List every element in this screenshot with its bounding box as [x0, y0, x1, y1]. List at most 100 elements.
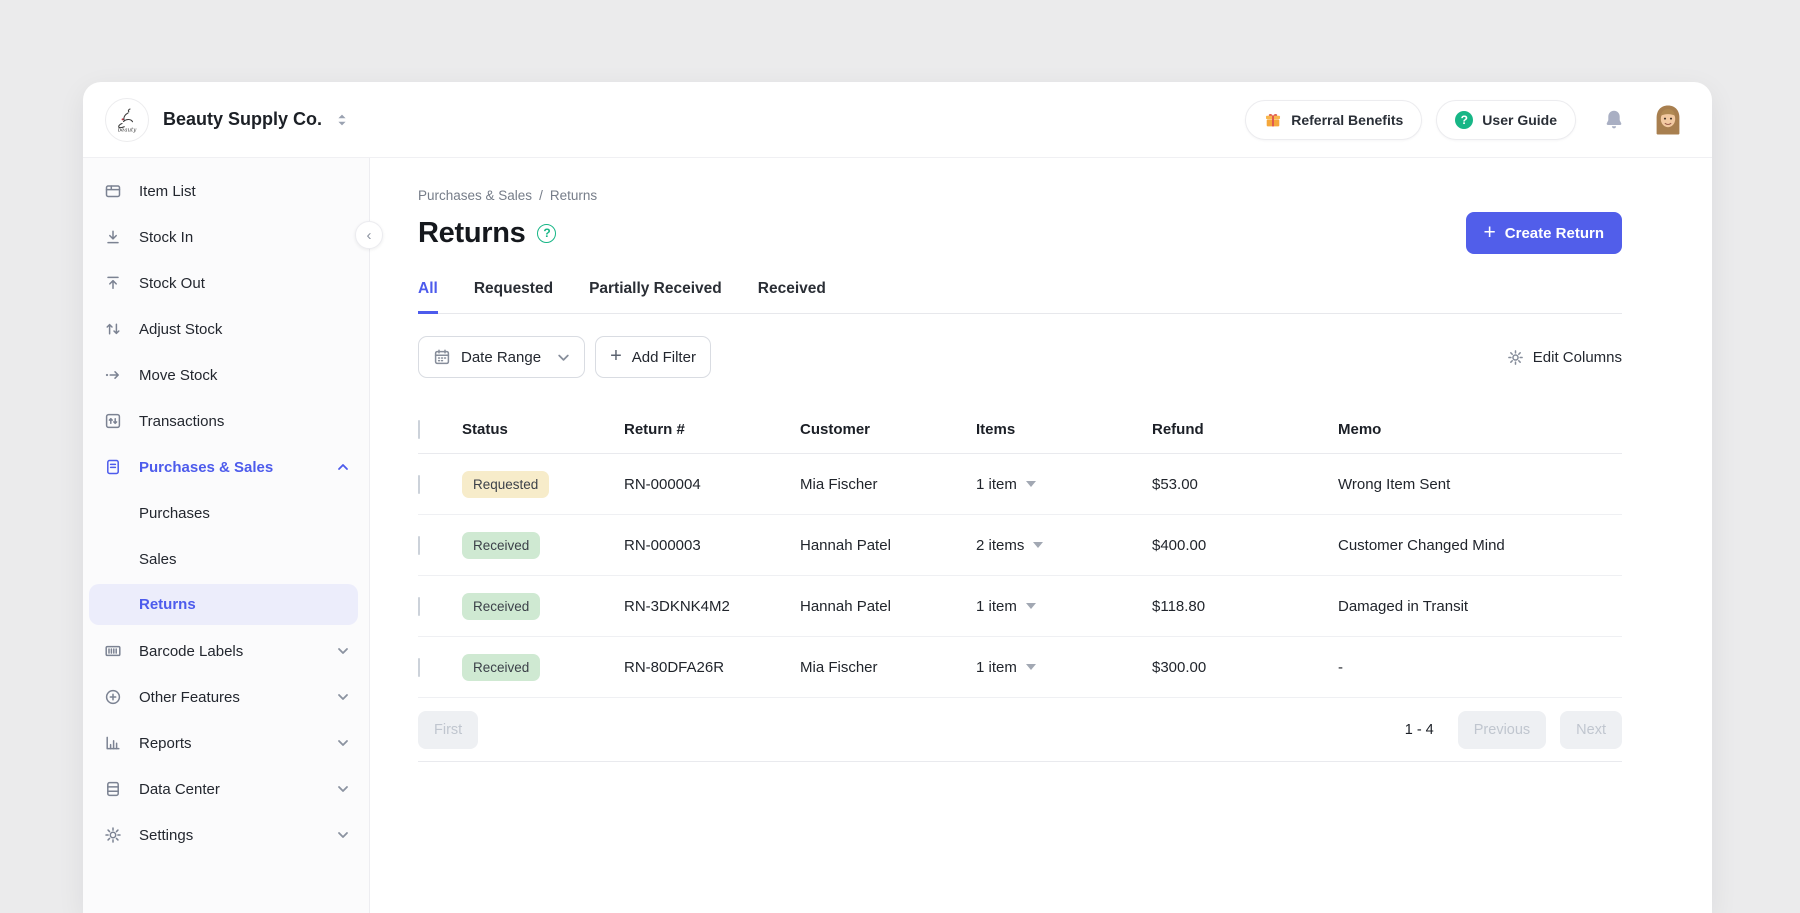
user-avatar[interactable] — [1650, 102, 1686, 138]
tab-requested[interactable]: Requested — [474, 280, 553, 314]
items-dropdown[interactable]: 1 item — [976, 659, 1152, 676]
svg-text:beauty: beauty — [118, 127, 137, 133]
sidebar-item-label: Stock In — [139, 229, 193, 246]
sidebar-subitem-purchases[interactable]: Purchases — [83, 490, 369, 536]
gift-icon — [1264, 111, 1282, 129]
sidebar-item-stock-in[interactable]: Stock In — [83, 214, 369, 260]
arrows-up-down-icon — [103, 319, 123, 339]
notifications-bell-icon[interactable] — [1602, 108, 1626, 132]
tab-received[interactable]: Received — [758, 280, 826, 314]
sidebar-item-other-features[interactable]: Other Features — [83, 674, 369, 720]
date-range-label: Date Range — [461, 349, 541, 366]
status-badge: Requested — [462, 471, 549, 498]
tab-partially-received[interactable]: Partially Received — [589, 280, 722, 314]
row-checkbox[interactable] — [418, 536, 420, 555]
status-badge: Received — [462, 593, 540, 620]
memo-text: - — [1338, 659, 1622, 676]
items-dropdown[interactable]: 1 item — [976, 476, 1152, 493]
column-header-memo[interactable]: Memo — [1338, 421, 1622, 438]
refund-amount: $300.00 — [1152, 659, 1338, 676]
edit-columns-button[interactable]: Edit Columns — [1507, 349, 1622, 366]
first-page-button[interactable]: First — [418, 711, 478, 749]
customer-name: Hannah Patel — [800, 598, 976, 615]
items-count: 1 item — [976, 476, 1017, 493]
triangle-down-icon — [1033, 542, 1043, 548]
sidebar-item-label: Transactions — [139, 413, 224, 430]
select-all-checkbox[interactable] — [418, 420, 420, 439]
tab-all[interactable]: All — [418, 280, 438, 314]
memo-text: Customer Changed Mind — [1338, 537, 1622, 554]
plus-icon: + — [610, 346, 622, 366]
sidebar-item-label: Purchases — [139, 505, 210, 522]
breadcrumb-section[interactable]: Purchases & Sales — [418, 188, 532, 203]
sidebar-item-label: Barcode Labels — [139, 643, 243, 660]
refund-amount: $53.00 — [1152, 476, 1338, 493]
table-row[interactable]: Received RN-000003 Hannah Patel 2 items … — [418, 515, 1622, 576]
sidebar-item-label: Move Stock — [139, 367, 217, 384]
column-header-customer[interactable]: Customer — [800, 421, 976, 438]
database-icon — [103, 779, 123, 799]
returns-table: Status Return # Customer Items Refund Me… — [418, 406, 1622, 762]
memo-text: Damaged in Transit — [1338, 598, 1622, 615]
refund-amount: $400.00 — [1152, 537, 1338, 554]
row-checkbox[interactable] — [418, 597, 420, 616]
sidebar-item-purchases-sales[interactable]: Purchases & Sales — [83, 444, 369, 490]
arrow-right-icon — [103, 365, 123, 385]
triangle-down-icon — [1026, 603, 1036, 609]
org-switcher-icon[interactable] — [336, 112, 348, 128]
referral-benefits-button[interactable]: Referral Benefits — [1245, 100, 1422, 140]
sidebar-subitem-returns[interactable]: Returns — [89, 584, 358, 625]
column-header-items[interactable]: Items — [976, 421, 1152, 438]
column-header-return-no[interactable]: Return # — [624, 421, 800, 438]
row-checkbox[interactable] — [418, 658, 420, 677]
transactions-icon — [103, 411, 123, 431]
sidebar-item-barcode-labels[interactable]: Barcode Labels — [83, 628, 369, 674]
create-return-button[interactable]: + Create Return — [1466, 212, 1622, 254]
sidebar-item-item-list[interactable]: Item List — [83, 168, 369, 214]
main-content: Purchases & Sales / Returns Returns ? + … — [370, 158, 1712, 913]
sidebar-item-settings[interactable]: Settings — [83, 812, 369, 858]
edit-columns-label: Edit Columns — [1533, 349, 1622, 366]
sidebar-item-data-center[interactable]: Data Center — [83, 766, 369, 812]
items-dropdown[interactable]: 1 item — [976, 598, 1152, 615]
sidebar-item-label: Data Center — [139, 781, 220, 798]
gear-icon — [1507, 349, 1524, 366]
table-row[interactable]: Requested RN-000004 Mia Fischer 1 item $… — [418, 454, 1622, 515]
sidebar-item-adjust-stock[interactable]: Adjust Stock — [83, 306, 369, 352]
box-icon — [103, 181, 123, 201]
sidebar: ‹ Item List Stock In Stock Out — [83, 158, 370, 913]
previous-page-button[interactable]: Previous — [1458, 711, 1546, 749]
status-badge: Received — [462, 532, 540, 559]
top-header: beauty Beauty Supply Co. Referral Benefi… — [83, 82, 1712, 158]
sidebar-item-label: Sales — [139, 551, 177, 568]
date-range-dropdown[interactable]: Date Range — [418, 336, 585, 378]
create-return-label: Create Return — [1505, 225, 1604, 242]
help-icon[interactable]: ? — [537, 224, 556, 243]
sidebar-item-stock-out[interactable]: Stock Out — [83, 260, 369, 306]
row-checkbox[interactable] — [418, 475, 420, 494]
sidebar-collapse-button[interactable]: ‹ — [355, 221, 383, 249]
sidebar-item-label: Stock Out — [139, 275, 205, 292]
column-header-status[interactable]: Status — [462, 421, 624, 438]
table-row[interactable]: Received RN-3DKNK4M2 Hannah Patel 1 item… — [418, 576, 1622, 637]
sidebar-item-label: Settings — [139, 827, 193, 844]
chevron-up-icon — [337, 461, 349, 473]
customer-name: Mia Fischer — [800, 476, 976, 493]
plus-icon: + — [1484, 222, 1496, 243]
user-guide-button[interactable]: ? User Guide — [1436, 100, 1576, 140]
sidebar-item-label: Adjust Stock — [139, 321, 222, 338]
pagination: First 1 - 4 Previous Next — [418, 698, 1622, 762]
sidebar-item-move-stock[interactable]: Move Stock — [83, 352, 369, 398]
add-filter-button[interactable]: + Add Filter — [595, 336, 711, 378]
chevron-down-icon — [337, 829, 349, 841]
items-dropdown[interactable]: 2 items — [976, 537, 1152, 554]
next-page-button[interactable]: Next — [1560, 711, 1622, 749]
column-header-refund[interactable]: Refund — [1152, 421, 1338, 438]
status-badge: Received — [462, 654, 540, 681]
sidebar-item-transactions[interactable]: Transactions — [83, 398, 369, 444]
sidebar-subitem-sales[interactable]: Sales — [83, 536, 369, 582]
sidebar-item-label: Returns — [139, 596, 196, 613]
sidebar-item-reports[interactable]: Reports — [83, 720, 369, 766]
table-row[interactable]: Received RN-80DFA26R Mia Fischer 1 item … — [418, 637, 1622, 698]
sidebar-item-label: Reports — [139, 735, 192, 752]
